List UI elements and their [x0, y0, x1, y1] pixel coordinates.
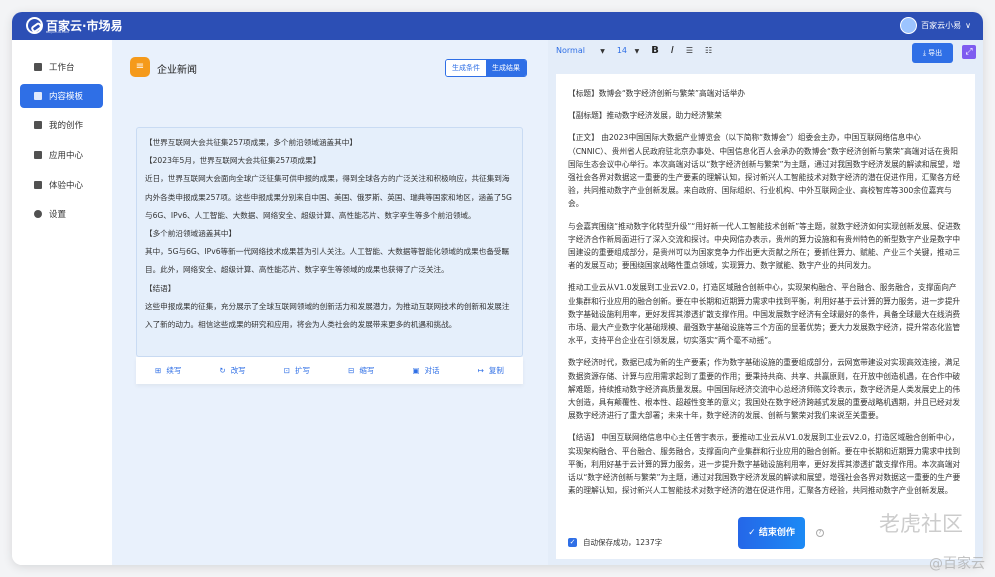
editor-paragraph: 与会嘉宾围绕“推动数字化转型升级”“用好新一代人工智能技术创新”等主题，就数字经… [568, 221, 961, 271]
sidebar-item-workbench[interactable]: 工作台 [20, 55, 103, 79]
plus-square-icon: ⊞ [155, 366, 162, 375]
logo[interactable]: 百家云·市场易 BAIJIAYUN.COM [26, 17, 123, 34]
label: 内容模板 [49, 92, 84, 102]
generation-panel: ≡ 企业新闻 生成条件 生成结果 【世界互联网大会共征集257项成果，多个前沿领域… [112, 40, 548, 565]
sidebar-item-my-creations[interactable]: 我的创作 [20, 113, 103, 137]
continue-button[interactable]: ⊞ 续写 [155, 365, 181, 376]
user-menu[interactable]: 百家云小易 ∨ [900, 17, 971, 34]
editor-title: 【标题】数博会“数字经济创新与繁荣”高端对话举办 [568, 89, 746, 98]
copy-button[interactable]: ↦ 复制 [478, 365, 504, 376]
result-heading: 【结语】 [145, 283, 176, 293]
avatar [900, 17, 918, 34]
italic-icon[interactable]: I [671, 45, 674, 56]
check-icon: ✓ [748, 528, 756, 538]
top-header: 百家云·市场易 BAIJIAYUN.COM 百家云小易 ∨ [12, 12, 983, 40]
fullscreen-icon[interactable]: ⤢ [962, 45, 976, 59]
label: 导出 [928, 49, 943, 57]
result-heading: 【多个前沿领域涵盖其中】 [145, 229, 237, 239]
download-icon: ⤓ [922, 49, 926, 57]
gear-icon [34, 210, 42, 218]
experience-icon [34, 181, 42, 189]
expand-icon: ⊡ [283, 366, 291, 375]
apps-icon [34, 151, 42, 159]
shorten-button[interactable]: ⊟ 缩写 [348, 365, 374, 376]
app-window: 百家云·市场易 BAIJIAYUN.COM 百家云小易 ∨ 工作台 内容模板 我的创… [12, 12, 983, 565]
autosave-checkbox[interactable]: ✓ [568, 537, 577, 547]
label: 结束创作 [758, 528, 795, 538]
sidebar-item-templates[interactable]: 内容模板 [20, 84, 103, 108]
chevron-down-icon: ∨ [965, 21, 971, 30]
ai-chat-icon: ▣ [412, 366, 420, 375]
dropdown-icon: ▼ [600, 48, 605, 55]
finish-button[interactable]: ✓ 结束创作 [738, 517, 805, 549]
size-value: 14 [616, 46, 628, 55]
result-card[interactable]: 【世界互联网大会共征集257项成果，多个前沿领域涵盖其中】 【2023年5月，世… [136, 127, 523, 357]
editor-paragraph: 【结语】 中国互联网络信息中心主任曾宇表示，要推动工业云从V1.0发展到工业云V… [568, 433, 961, 496]
refresh-icon: ↻ [219, 366, 226, 375]
style-value: Normal [556, 46, 585, 55]
editor-toolbar: Normal ▼ 14 ▼ B I ☰ ☷ [556, 45, 712, 56]
news-icon: ≡ [130, 57, 150, 77]
chat-button[interactable]: ▣ 对话 [412, 365, 439, 376]
label: 对话 [424, 366, 440, 375]
result-paragraph: 其中，5G与6G、IPv6等新一代网络技术成果甚为引人关注。人工智能、大数据等智… [145, 247, 510, 275]
tab-results[interactable]: 生成结果 [486, 60, 526, 76]
template-icon [34, 92, 42, 100]
document-icon [34, 121, 42, 129]
sidebar-item-settings[interactable]: 设置 [20, 202, 103, 226]
sidebar-item-apps[interactable]: 应用中心 [20, 143, 103, 167]
editor-paragraph: 数字经济时代，数据已成为新的生产要素；作为数字基础设施的重要组成部分，云网宽带建… [568, 358, 961, 421]
result-paragraph: 这些申报成果的征集，充分展示了全球互联网领域的创新活力和发展潜力，为推动互联网技… [145, 301, 510, 330]
logo-icon [26, 17, 43, 34]
editor-content[interactable]: 【标题】数博会“数字经济创新与繁荣”高端对话举办 【副标题】推动数字经济发展，助… [556, 74, 975, 559]
sidebar: 工作台 内容模板 我的创作 应用中心 体验中心 设置 [12, 40, 112, 565]
label: 续写 [166, 366, 182, 375]
style-select[interactable]: Normal ▼ [556, 46, 605, 55]
autosave-text: 自动保存成功，1237字 [583, 537, 663, 547]
logo-sub: BAIJIAYUN.COM [46, 30, 69, 34]
label: 工作台 [49, 63, 75, 73]
editor-panel: Normal ▼ 14 ▼ B I ☰ ☷ ⤓ 导出 ⤢ 【标题】数博会“数字经… [548, 40, 983, 565]
minus-square-icon: ⊟ [348, 366, 355, 375]
label: 体验中心 [49, 181, 84, 191]
label: 我的创作 [49, 121, 84, 131]
label: 应用中心 [49, 151, 84, 161]
label: 复制 [488, 366, 504, 375]
editor-paragraph: 【正文】 由2023中国国际大数据产业博览会（以下简称“数博会”）组委会主办，中… [568, 133, 961, 209]
view-toggle: 生成条件 生成结果 [445, 59, 527, 77]
page-title: 企业新闻 [157, 65, 197, 76]
tab-conditions[interactable]: 生成条件 [446, 60, 486, 76]
label: 扩写 [295, 366, 311, 375]
autosave-status: ✓ 自动保存成功，1237字 [568, 536, 662, 549]
label: 缩写 [359, 366, 375, 375]
ordered-list-icon[interactable]: ☰ [686, 46, 693, 55]
expand-button[interactable]: ⊡ 扩写 [284, 365, 310, 376]
home-icon [34, 63, 42, 71]
user-name: 百家云小易 [921, 21, 962, 30]
rewrite-button[interactable]: ↻ 改写 [219, 365, 245, 376]
watermark: 老虎社区 [879, 511, 963, 536]
result-title: 【世界互联网大会共征集257项成果，多个前沿领域涵盖其中】 [145, 138, 357, 147]
sidebar-item-experience[interactable]: 体验中心 [20, 173, 103, 197]
bullet-list-icon[interactable]: ☷ [705, 46, 712, 55]
watermark-sub: @百家云 [929, 556, 985, 572]
font-size-select[interactable]: 14 ▼ [617, 46, 639, 55]
dropdown-icon: ▼ [634, 48, 640, 55]
editor-subtitle: 【副标题】推动数字经济发展，助力经济繁荣 [568, 111, 722, 121]
bold-icon[interactable]: B [651, 45, 659, 56]
export-button[interactable]: ⤓ 导出 [912, 43, 953, 63]
copy-icon: ↦ [477, 366, 484, 375]
result-paragraph: 近日，世界互联网大会面向全球广泛征集可供申报的成果，得到全球各方的广泛关注和积极… [145, 174, 512, 220]
action-bar: ⊞ 续写 ↻ 改写 ⊡ 扩写 ⊟ 缩写 ▣ 对话 ↦ 复制 [136, 357, 523, 384]
editor-paragraph: 推动工业云从V1.0发展到工业云V2.0，打造区域融合创新中心，实现架构融合、平… [568, 283, 961, 346]
label: 改写 [230, 366, 246, 375]
help-icon[interactable]: ? [816, 529, 824, 537]
label: 设置 [49, 210, 67, 220]
result-subtitle: 【2023年5月，世界互联网大会共征集257项成果】 [145, 156, 321, 166]
